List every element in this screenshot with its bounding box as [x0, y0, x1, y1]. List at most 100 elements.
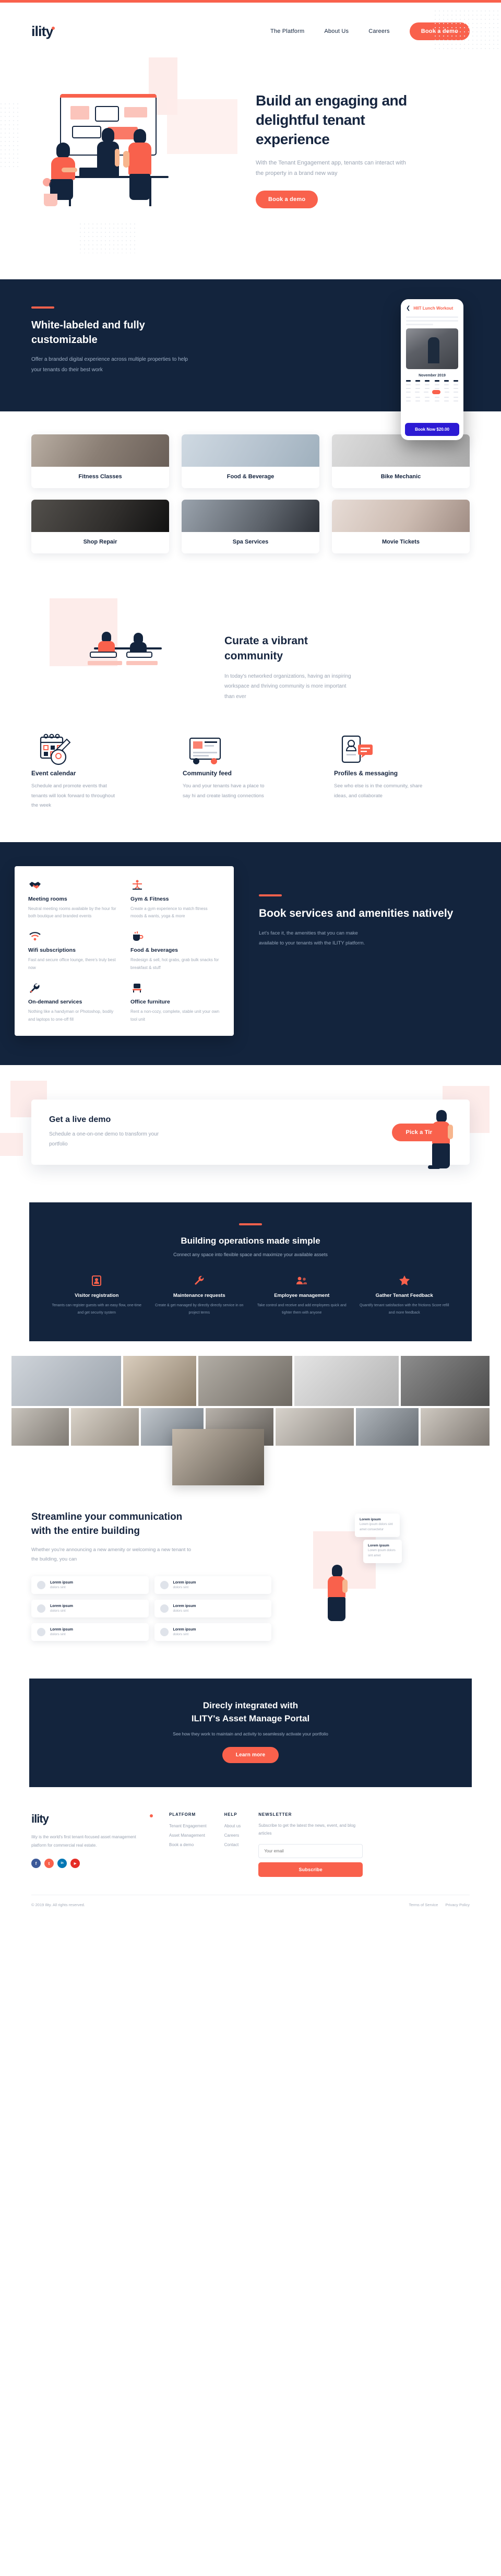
building-ops-section: Building operations made simple Connect …	[29, 1202, 472, 1341]
site-header: ility The Platform About Us Careers Book…	[0, 3, 501, 60]
mosaic-photo	[198, 1355, 292, 1406]
category-card[interactable]: Spa Services	[182, 500, 319, 553]
message-item[interactable]: Lorem ipsum dolors sint	[154, 1599, 271, 1617]
calendar-row	[406, 387, 458, 389]
footer-link-about-us[interactable]: About us	[224, 1824, 241, 1828]
phone-mockup: ❮ HIIT Lunch Workout November 2019 Book …	[401, 299, 463, 440]
phone-book-now-button[interactable]: Book Now $20.00	[405, 423, 459, 436]
linkedin-icon[interactable]: in	[57, 1859, 67, 1869]
category-card[interactable]: Movie Tickets	[332, 500, 470, 553]
hero-section: Build an engaging and delightful tenant …	[0, 57, 501, 279]
op-body: Quantify tenant satisfaction with the fr…	[359, 1304, 449, 1315]
footer-legal-links: Terms of Service Privacy Policy	[409, 1903, 470, 1907]
mosaic-photo	[11, 1355, 121, 1406]
avatar	[160, 1627, 169, 1636]
newsletter-subscribe-button[interactable]: Subscribe	[258, 1862, 363, 1877]
hero-book-demo-button[interactable]: Book a demo	[256, 190, 318, 208]
feature-title: Community feed	[183, 770, 232, 777]
footer-link-careers[interactable]: Careers	[224, 1833, 241, 1838]
feature-body: You and your tenants have a place to say…	[183, 783, 265, 799]
section-rule	[239, 1223, 262, 1226]
message-item[interactable]: Lorem ipsum dolors sint	[154, 1623, 271, 1641]
footer-link-privacy[interactable]: Privacy Policy	[445, 1903, 470, 1907]
message-item[interactable]: Lorem ipsum dolors sint	[31, 1576, 149, 1594]
streamline-copy: Streamline your communication with the e…	[31, 1510, 271, 1641]
category-label: Food & Beverage	[226, 474, 275, 480]
live-demo-title: Get a live demo	[49, 1115, 111, 1125]
footer-link-terms[interactable]: Terms of Service	[409, 1903, 438, 1907]
footer-logo-text: ility	[31, 1812, 49, 1826]
newsletter-body: Subscribe to get the latest the news, ev…	[258, 1823, 356, 1836]
building-ops-grid: Visitor registration Tenants can registe…	[50, 1275, 451, 1316]
category-card[interactable]: Shop Repair	[31, 500, 169, 553]
category-label: Shop Repair	[83, 539, 117, 545]
building-ops-subtitle: Connect any space into flexible space an…	[173, 1252, 328, 1258]
chair-icon	[130, 983, 220, 994]
message-list: Lorem ipsum dolors sint Lorem ipsum dolors…	[31, 1576, 271, 1641]
category-image	[31, 434, 169, 467]
nav-item-the-platform[interactable]: The Platform	[270, 28, 304, 34]
category-card[interactable]: Fitness Classes	[31, 434, 169, 488]
skeleton-line	[406, 324, 433, 325]
twitter-icon[interactable]: t	[44, 1859, 54, 1869]
avatar	[37, 1627, 45, 1636]
integrated-subtitle: See how they work to maintain and activi…	[173, 1731, 328, 1737]
category-card[interactable]: Bike Mechanic	[332, 434, 470, 488]
skeleton-line	[406, 320, 458, 322]
bubble-title: Lorem ipsum	[360, 1517, 381, 1521]
service-body: Rent a non-cozy, complete, stable unit y…	[130, 1009, 220, 1022]
streamline-title: Streamline your communication with the e…	[31, 1511, 183, 1537]
integrated-banner: Direcly integrated with ILITY's Asset Ma…	[29, 1678, 472, 1788]
service-title: Food & beverages	[130, 947, 178, 954]
section-rule	[31, 306, 54, 309]
service-meeting-rooms: Meeting rooms Neutral meeting rooms avai…	[28, 880, 118, 921]
mosaic-photo-featured	[172, 1428, 264, 1485]
message-title: Lorem ipsum	[50, 1604, 73, 1608]
chat-bubble: Lorem ipsum Lorem ipsum dolors sint amet…	[355, 1513, 400, 1537]
skeleton-line	[406, 316, 458, 318]
footer-link-contact[interactable]: Contact	[224, 1842, 241, 1847]
category-label: Movie Tickets	[382, 539, 420, 545]
phone-screen-title: HIIT Lunch Workout	[413, 306, 454, 311]
calendar-selected-day[interactable]	[432, 389, 441, 394]
calendar-header-row	[406, 380, 458, 382]
wrench-icon	[28, 983, 118, 994]
nav-item-about-us[interactable]: About Us	[324, 28, 349, 34]
integrated-title-line1: Direcly integrated with	[202, 1700, 299, 1710]
newsletter-email-input[interactable]	[258, 1844, 363, 1858]
service-wifi-subscriptions: Wifi subscriptions Fast and secure offic…	[28, 931, 118, 972]
message-item[interactable]: Lorem ipsum dolors sint	[31, 1623, 149, 1641]
nav-item-careers[interactable]: Careers	[368, 28, 390, 34]
facebook-icon[interactable]: f	[31, 1859, 41, 1869]
chevron-left-icon[interactable]: ❮	[406, 305, 410, 311]
footer-link-tenant-engagement[interactable]: Tenant Engagement	[169, 1824, 207, 1828]
white-label-body: Offer a branded digital experience acros…	[31, 357, 188, 373]
feature-title: Profiles & messaging	[334, 770, 398, 777]
service-body: Fast and secure office lounge, there's t…	[28, 958, 116, 970]
learn-more-button[interactable]: Learn more	[222, 1747, 279, 1764]
footer-newsletter: NEWSLETTER Subscribe to get the latest t…	[258, 1812, 363, 1877]
curate-feature-grid: Event calendar Schedule and promote even…	[0, 713, 501, 842]
message-item[interactable]: Lorem ipsum dolors sint	[154, 1576, 271, 1594]
hero-body: With the Tenant Engagement app, tenants …	[256, 159, 406, 177]
hero-copy: Build an engaging and delightful tenant …	[78, 60, 470, 279]
book-services-section: Meeting rooms Neutral meeting rooms avai…	[0, 842, 501, 1066]
feature-body: Schedule and promote events that tenants…	[31, 783, 115, 809]
message-subtitle: dolors sint	[173, 1609, 189, 1613]
logo[interactable]: ility	[31, 23, 55, 40]
footer-link-asset-management[interactable]: Asset Management	[169, 1833, 207, 1838]
youtube-icon[interactable]: ▶	[70, 1859, 80, 1869]
mosaic-photo	[294, 1355, 399, 1406]
logo-dot-icon	[51, 26, 55, 30]
category-card[interactable]: Food & Beverage	[182, 434, 319, 488]
profiles-messaging-icon	[334, 731, 470, 770]
phone-hero-image	[406, 328, 458, 369]
footer-column-heading: PLATFORM	[169, 1812, 196, 1817]
logo-text: ility	[31, 23, 54, 39]
message-item[interactable]: Lorem ipsum dolors sint	[31, 1599, 149, 1617]
footer-logo[interactable]: ility	[31, 1812, 153, 1826]
category-image	[182, 500, 319, 532]
footer-link-book-a-demo[interactable]: Book a demo	[169, 1842, 207, 1847]
visitor-registration-icon	[50, 1275, 144, 1286]
site-footer: ility Ility is the world's first tenant-…	[0, 1787, 501, 1877]
